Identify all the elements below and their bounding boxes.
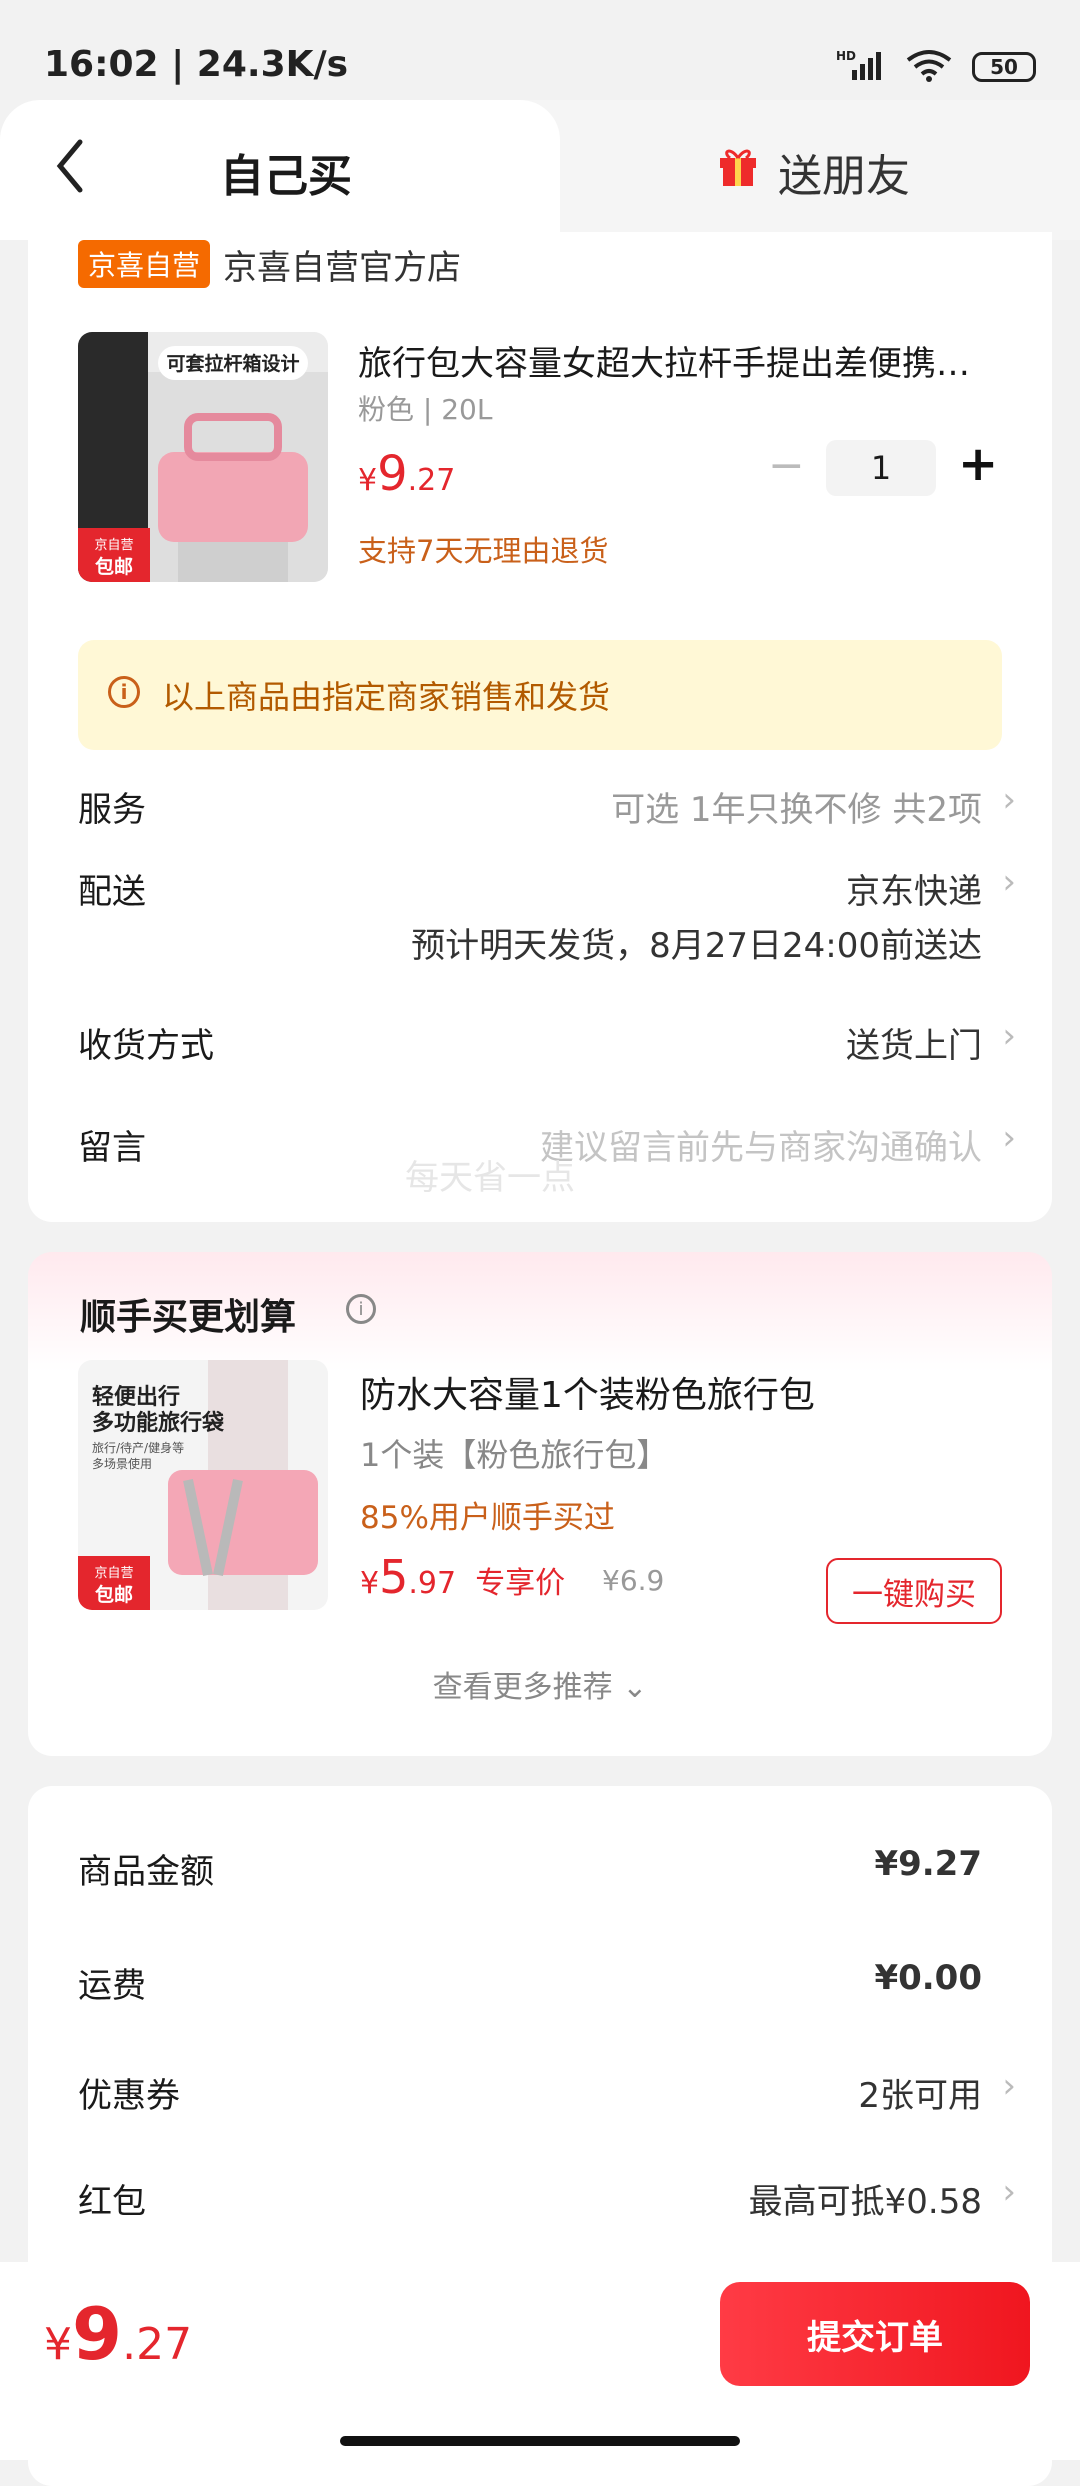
shipping-label: 运费 — [78, 1966, 146, 2006]
store-name[interactable]: 京喜自营官方店 — [223, 240, 461, 289]
status-icons: HD 50 — [836, 48, 1036, 86]
order-item-card: 京喜自营 京喜自营官方店 可套拉杆箱设计 京自营 包邮 旅行包大容量女超大拉杆手… — [28, 232, 1052, 1222]
addon-thumbnail[interactable]: 轻便出行 多功能旅行袋 旅行/待产/健身等 多场景使用 京自营 包邮 — [78, 1360, 328, 1610]
price-int: 5 — [379, 1550, 409, 1604]
redpack-label: 红包 — [78, 2182, 146, 2222]
addon-original-price: ¥6.9 — [602, 1564, 665, 1597]
more-recommend-label: 查看更多推荐 — [432, 1670, 613, 1705]
addon-price-tag: 专享价 — [475, 1566, 566, 1601]
message-input[interactable]: 建议留言前先与商家沟通确认 — [540, 1120, 982, 1169]
product-title[interactable]: 旅行包大容量女超大拉杆手提出差便携… — [358, 336, 1038, 385]
product-price: ¥9.27 — [358, 446, 455, 502]
network-label: HD — [836, 49, 856, 63]
thumb-badge-2: 包邮 — [95, 555, 133, 578]
coupon-label: 优惠券 — [78, 2076, 180, 2116]
chevron-right-icon[interactable]: › — [1002, 862, 1016, 902]
quantity-increase-button[interactable]: + — [958, 436, 998, 492]
quantity-input[interactable]: 1 — [826, 440, 936, 496]
seller-notice: i 以上商品由指定商家销售和发货 — [78, 640, 1002, 750]
price-dec: .27 — [122, 2319, 193, 2370]
receive-method-label: 收货方式 — [78, 1026, 214, 1066]
purchase-mode-tabs: 送朋友 自己买 — [0, 100, 1080, 240]
more-recommend-link[interactable]: 查看更多推荐 ⌄ — [28, 1662, 1052, 1706]
addon-title[interactable]: 防水大容量1个装粉色旅行包 — [360, 1366, 815, 1418]
delivery-eta: 预计明天发货，8月27日24:00前送达 — [411, 926, 982, 966]
info-icon[interactable]: i — [346, 1294, 376, 1324]
addon-thumb-caption-3: 旅行/待产/健身等 — [92, 1440, 184, 1455]
addon-thumb-badge-2: 包邮 — [95, 1583, 133, 1606]
chevron-right-icon[interactable]: › — [1002, 780, 1016, 820]
quantity-decrease-button[interactable]: − — [768, 440, 805, 491]
chevron-right-icon[interactable]: › — [1002, 2066, 1016, 2106]
delivery-value[interactable]: 京东快递 — [846, 864, 982, 913]
checkout-bar: ¥9.27 提交订单 — [0, 2262, 1080, 2460]
delivery-label: 配送 — [78, 872, 146, 912]
message-label: 留言 — [78, 1128, 146, 1168]
return-policy: 支持7天无理由退货 — [358, 534, 609, 568]
chevron-right-icon[interactable]: › — [1002, 2172, 1016, 2212]
info-icon: i — [108, 676, 140, 708]
total-price: ¥9.27 — [44, 2292, 192, 2376]
battery-icon: 50 — [972, 52, 1036, 82]
chevron-down-icon: ⌄ — [622, 1670, 648, 1705]
addon-spec: 1个装【粉色旅行包】 — [360, 1436, 669, 1474]
price-symbol: ¥ — [360, 1566, 380, 1601]
home-indicator[interactable] — [340, 2436, 740, 2446]
price-symbol: ¥ — [358, 463, 378, 498]
wifi-icon — [904, 48, 954, 86]
service-label: 服务 — [78, 790, 146, 830]
gift-icon — [716, 144, 760, 192]
goods-amount-label: 商品金额 — [78, 1852, 214, 1892]
status-time: 16:02 | 24.3K/s — [44, 44, 349, 85]
thumb-caption: 可套拉杆箱设计 — [166, 352, 299, 375]
product-spec: 粉色 | 20L — [358, 393, 493, 426]
price-dec: .27 — [407, 463, 456, 498]
redpack-value[interactable]: 最高可抵¥0.58 — [749, 2174, 982, 2223]
shipping-value: ¥0.00 — [874, 1958, 982, 1998]
thumb-badge-1: 京自营 — [94, 538, 133, 553]
price-int: 9 — [377, 446, 408, 502]
price-int: 9 — [72, 2292, 123, 2376]
store-badge: 京喜自营 — [78, 240, 211, 288]
chevron-right-icon[interactable]: › — [1002, 1118, 1016, 1158]
submit-order-button[interactable]: 提交订单 — [720, 2282, 1030, 2386]
addon-recommend-card: 顺手买更划算 i 轻便出行 多功能旅行袋 旅行/待产/健身等 多场景使用 京自营… — [28, 1252, 1052, 1756]
goods-amount-value: ¥9.27 — [874, 1844, 982, 1884]
tab-self-buy-label: 自己买 — [220, 151, 352, 202]
coupon-value[interactable]: 2张可用 — [858, 2068, 982, 2117]
seller-notice-text: 以上商品由指定商家销售和发货 — [162, 678, 611, 716]
addon-thumb-caption-4: 多场景使用 — [92, 1456, 152, 1471]
product-thumbnail[interactable]: 可套拉杆箱设计 京自营 包邮 — [78, 332, 328, 582]
addon-thumb-badge-1: 京自营 — [94, 1566, 133, 1581]
addon-thumb-caption-1: 轻便出行 — [92, 1384, 180, 1410]
chevron-right-icon[interactable]: › — [1002, 1016, 1016, 1056]
watermark: 每天省一点 — [405, 1158, 575, 1198]
addon-header: 顺手买更划算 — [80, 1297, 297, 1338]
addon-thumb-caption-2: 多功能旅行袋 — [92, 1410, 225, 1436]
tab-send-friend[interactable]: 送朋友 — [520, 100, 1080, 240]
back-arrow-icon[interactable] — [52, 136, 88, 200]
price-symbol: ¥ — [44, 2319, 72, 2370]
service-value[interactable]: 可选 1年只换不修 共2项 — [611, 782, 982, 831]
receive-method-value[interactable]: 送货上门 — [846, 1018, 982, 1067]
signal-icon: HD — [836, 48, 886, 86]
price-dec: .97 — [408, 1566, 457, 1601]
tab-send-friend-label: 送朋友 — [778, 151, 910, 202]
addon-price: ¥5.97 专享价 — [360, 1550, 565, 1604]
tab-self-buy[interactable]: 自己买 — [0, 100, 560, 240]
addon-buyers: 85%用户顺手买过 — [360, 1500, 615, 1536]
one-click-buy-button[interactable]: 一键购买 — [826, 1558, 1002, 1624]
